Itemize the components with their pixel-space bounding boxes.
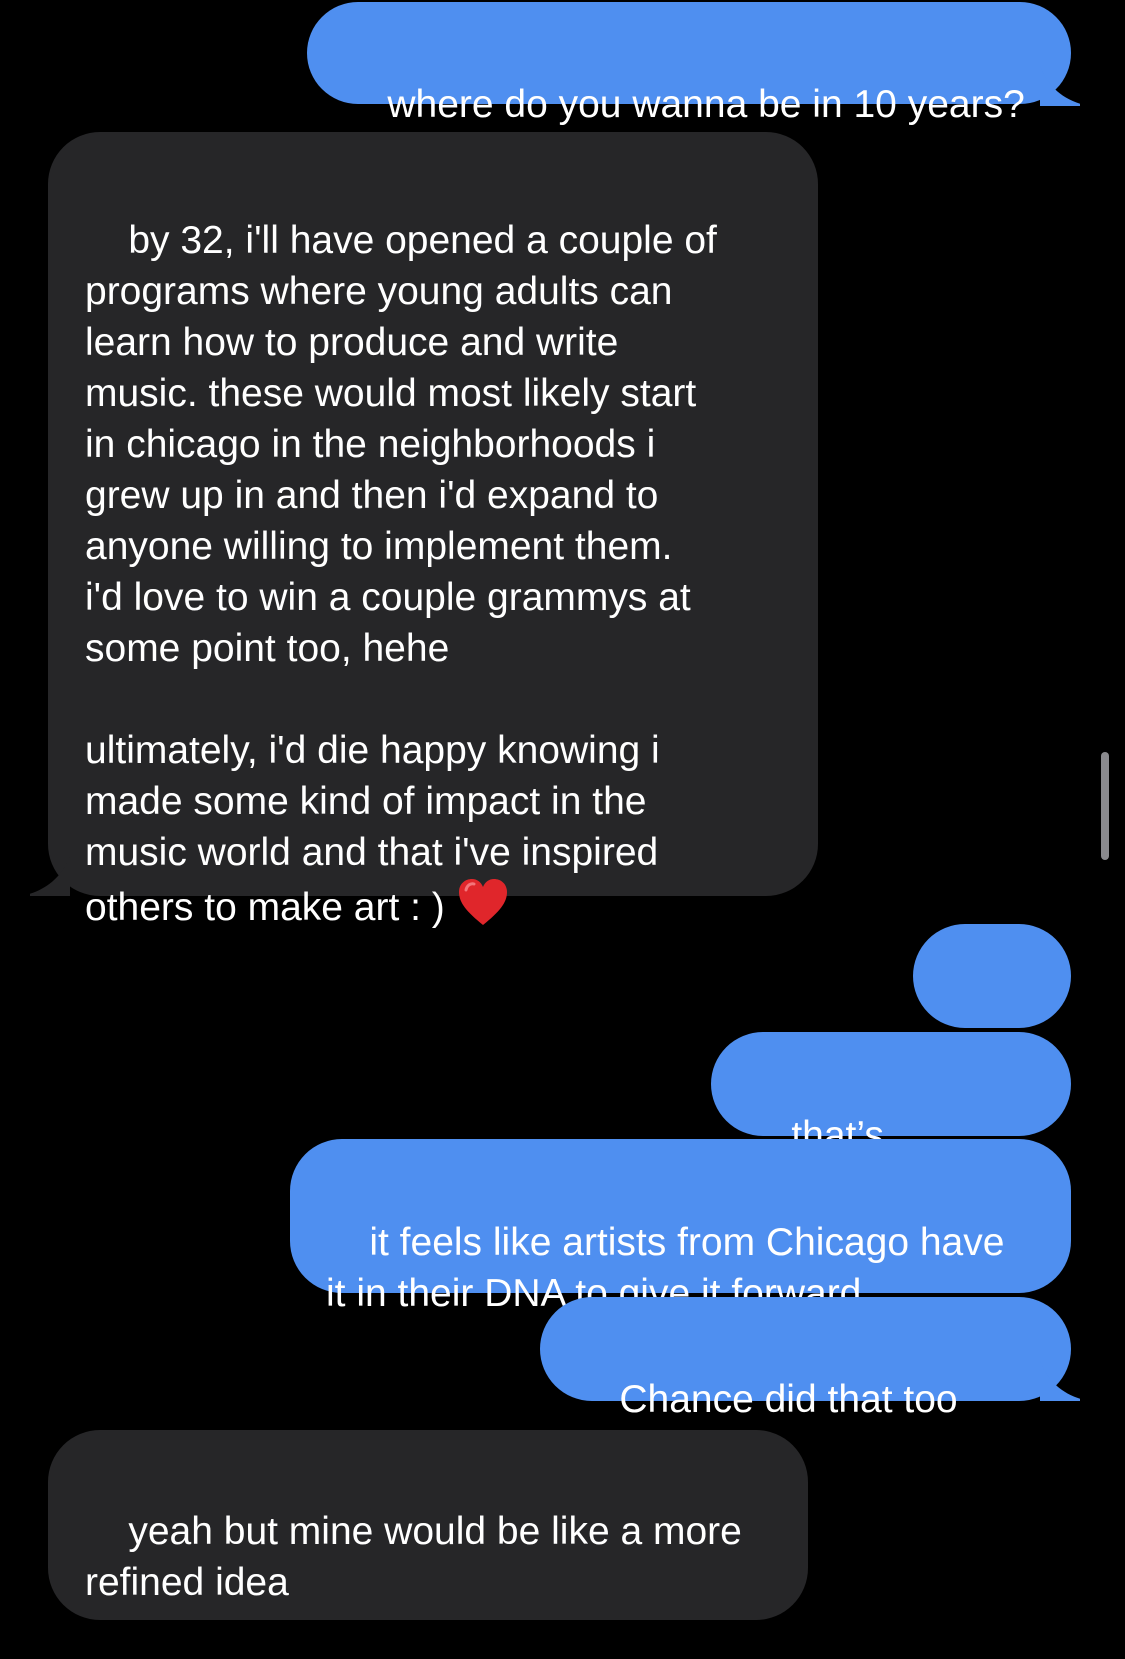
bubble-tail-icon — [1040, 1361, 1080, 1401]
message-text: where do you wanna be in 10 years? — [387, 83, 1025, 126]
received-message-bubble[interactable]: yeah but mine would be like a more refin… — [48, 1430, 808, 1620]
heart-emoji-icon — [458, 879, 507, 925]
bubble-tail-icon — [1040, 66, 1080, 106]
sent-message-bubble[interactable]: where do you wanna be in 10 years? — [307, 2, 1071, 126]
message-text: yeah but mine would be like a more refin… — [85, 1510, 742, 1604]
scrollbar[interactable] — [1101, 752, 1109, 860]
bubble-tail-icon — [30, 856, 70, 896]
sent-message-bubble[interactable]: Chance did that too no? — [540, 1297, 1071, 1472]
received-message-bubble[interactable]: by 32, i'll have opened a couple of prog… — [48, 132, 818, 929]
sent-message-bubble[interactable]: it feels like artists from Chicago have … — [290, 1139, 1071, 1315]
sent-message-bubble[interactable]: wow — [913, 924, 1071, 1101]
message-text: by 32, i'll have opened a couple of prog… — [85, 219, 717, 929]
sent-message-bubble[interactable]: that’s beautiful — [711, 1032, 1071, 1208]
